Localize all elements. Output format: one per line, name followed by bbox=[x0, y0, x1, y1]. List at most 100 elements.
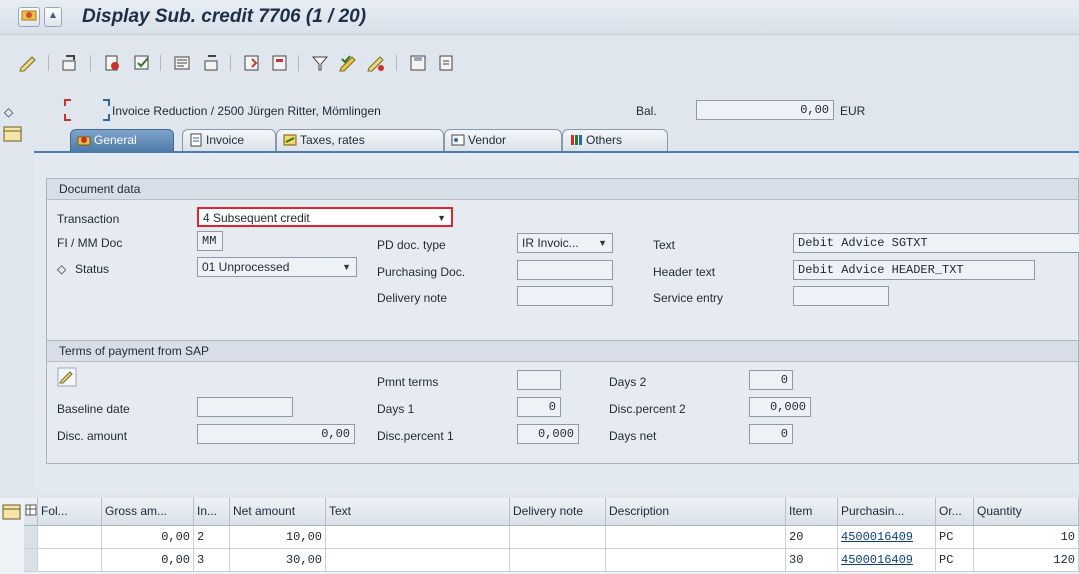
column-header[interactable]: Or... bbox=[936, 498, 974, 526]
transaction-label: Transaction bbox=[57, 212, 120, 226]
header-text-label: Header text bbox=[653, 265, 716, 279]
table-cell: 0,00 bbox=[102, 526, 194, 549]
days1-label: Days 1 bbox=[377, 402, 415, 416]
row-selector[interactable] bbox=[24, 526, 38, 549]
taxes-tab-icon bbox=[283, 134, 297, 146]
pd-doc-type-label: PD doc. type bbox=[377, 238, 446, 252]
tab-invoice[interactable]: Invoice bbox=[182, 129, 276, 151]
purchasing-doc-link[interactable]: 4500016409 bbox=[838, 526, 936, 549]
window-menu-icon[interactable] bbox=[44, 7, 62, 27]
status-indicator-icon bbox=[63, 98, 111, 122]
tab-vendor[interactable]: Vendor bbox=[444, 129, 562, 151]
save-icon[interactable] bbox=[408, 53, 428, 73]
table-cell: 20 bbox=[786, 526, 838, 549]
header-text-field[interactable]: Debit Advice HEADER_TXT bbox=[793, 260, 1035, 280]
days-net-label: Days net bbox=[609, 429, 657, 443]
column-header[interactable]: Description bbox=[606, 498, 786, 526]
display-doc-icon[interactable] bbox=[202, 53, 222, 73]
days-net-field[interactable]: 0 bbox=[749, 424, 793, 444]
tab-others[interactable]: Others bbox=[562, 129, 668, 151]
title-bar: Display Sub. credit 7706 (1 / 20) bbox=[0, 0, 1079, 35]
days2-label: Days 2 bbox=[609, 375, 647, 389]
purchasing-doc-link[interactable]: 4500016409 bbox=[838, 549, 936, 572]
delete-icon[interactable] bbox=[270, 53, 290, 73]
table-cell: 3 bbox=[194, 549, 230, 572]
table-cell: 10,00 bbox=[230, 526, 326, 549]
others-tab-icon bbox=[571, 135, 582, 145]
table-cell: 30 bbox=[786, 549, 838, 572]
messages-icon[interactable] bbox=[172, 53, 192, 73]
column-header[interactable]: Purchasin... bbox=[838, 498, 936, 526]
pd-doc-type-select[interactable]: IR Invoic... bbox=[517, 233, 613, 253]
simulate-icon[interactable] bbox=[132, 53, 152, 73]
table-cell bbox=[606, 549, 786, 572]
column-header[interactable]: Delivery note bbox=[510, 498, 606, 526]
terms-title: Terms of payment from SAP bbox=[47, 341, 1078, 362]
row-selector[interactable] bbox=[24, 549, 38, 572]
text-label: Text bbox=[653, 238, 676, 252]
invoice-tab-icon bbox=[190, 133, 202, 147]
status-label: Status bbox=[75, 262, 110, 276]
table-cell: 120 bbox=[974, 549, 1079, 572]
service-entry-field[interactable] bbox=[793, 286, 889, 306]
display-change-icon[interactable] bbox=[60, 53, 80, 73]
forward-icon[interactable] bbox=[366, 53, 386, 73]
column-header[interactable]: Text bbox=[326, 498, 510, 526]
column-header[interactable]: In... bbox=[194, 498, 230, 526]
diamond-marker-icon: ◇ bbox=[4, 105, 14, 119]
document-header-text: Invoice Reduction / 2500 Jürgen Ritter, … bbox=[112, 104, 381, 118]
delivery-note-field[interactable] bbox=[517, 286, 613, 306]
vendor-tab-icon bbox=[451, 134, 465, 146]
disc-percent1-field[interactable]: 0,000 bbox=[517, 424, 579, 444]
items-table: Fol... Gross am... In... Net amount Text… bbox=[0, 498, 1079, 574]
currency-label: EUR bbox=[840, 104, 866, 118]
print-icon[interactable] bbox=[436, 53, 456, 73]
purchasing-doc-label: Purchasing Doc. bbox=[377, 265, 466, 279]
hold-icon[interactable] bbox=[102, 53, 122, 73]
disc-percent2-field[interactable]: 0,000 bbox=[749, 397, 811, 417]
table-cell bbox=[326, 549, 510, 572]
edit-icon[interactable] bbox=[18, 53, 38, 73]
table-cell: PC bbox=[936, 526, 974, 549]
status-select[interactable]: 01 Unprocessed bbox=[197, 257, 357, 277]
status-diamond-icon: ◇ bbox=[57, 262, 67, 276]
select-all-icon[interactable] bbox=[24, 498, 38, 526]
disc-amount-field[interactable]: 0,00 bbox=[197, 424, 355, 444]
application-toolbar bbox=[0, 35, 1079, 93]
column-header[interactable]: Gross am... bbox=[102, 498, 194, 526]
general-tab-panel: Document data Transaction 4 Subsequent c… bbox=[34, 151, 1079, 494]
document-data-title: Document data bbox=[47, 179, 1078, 200]
purchasing-doc-field[interactable] bbox=[517, 260, 613, 280]
pmnt-terms-field[interactable] bbox=[517, 370, 561, 390]
column-header[interactable]: Quantity bbox=[974, 498, 1079, 526]
table-cell bbox=[510, 549, 606, 572]
table-cell bbox=[326, 526, 510, 549]
table-cell: 10 bbox=[974, 526, 1079, 549]
folder-toggle-icon[interactable] bbox=[3, 124, 23, 144]
system-menu-icon[interactable] bbox=[18, 7, 40, 27]
transaction-select[interactable]: 4 Subsequent credit bbox=[197, 207, 453, 227]
tab-taxes-rates[interactable]: Taxes, rates bbox=[276, 129, 444, 151]
window-title: Display Sub. credit 7706 (1 / 20) bbox=[82, 6, 367, 27]
days1-field[interactable]: 0 bbox=[517, 397, 561, 417]
column-header[interactable]: Net amount bbox=[230, 498, 326, 526]
table-settings-icon[interactable] bbox=[2, 502, 22, 522]
baseline-date-field[interactable] bbox=[197, 397, 293, 417]
tab-general[interactable]: General bbox=[70, 129, 174, 151]
fimm-doc-label: FI / MM Doc bbox=[57, 236, 123, 250]
column-header[interactable]: Fol... bbox=[38, 498, 102, 526]
table-cell bbox=[606, 526, 786, 549]
balance-field: 0,00 bbox=[696, 100, 834, 120]
disc-amount-label: Disc. amount bbox=[57, 429, 128, 443]
disc-percent1-label: Disc.percent 1 bbox=[377, 429, 454, 443]
payment-terms-edit-icon[interactable] bbox=[57, 367, 77, 387]
service-entry-label: Service entry bbox=[653, 291, 724, 305]
text-field[interactable]: Debit Advice SGTXT bbox=[793, 233, 1079, 253]
check-icon[interactable] bbox=[338, 53, 358, 73]
new-doc-icon[interactable] bbox=[242, 53, 262, 73]
column-header[interactable]: Item bbox=[786, 498, 838, 526]
general-tab-icon bbox=[77, 136, 91, 146]
table-cell: 2 bbox=[194, 526, 230, 549]
days2-field[interactable]: 0 bbox=[749, 370, 793, 390]
filter-icon[interactable] bbox=[310, 53, 330, 73]
